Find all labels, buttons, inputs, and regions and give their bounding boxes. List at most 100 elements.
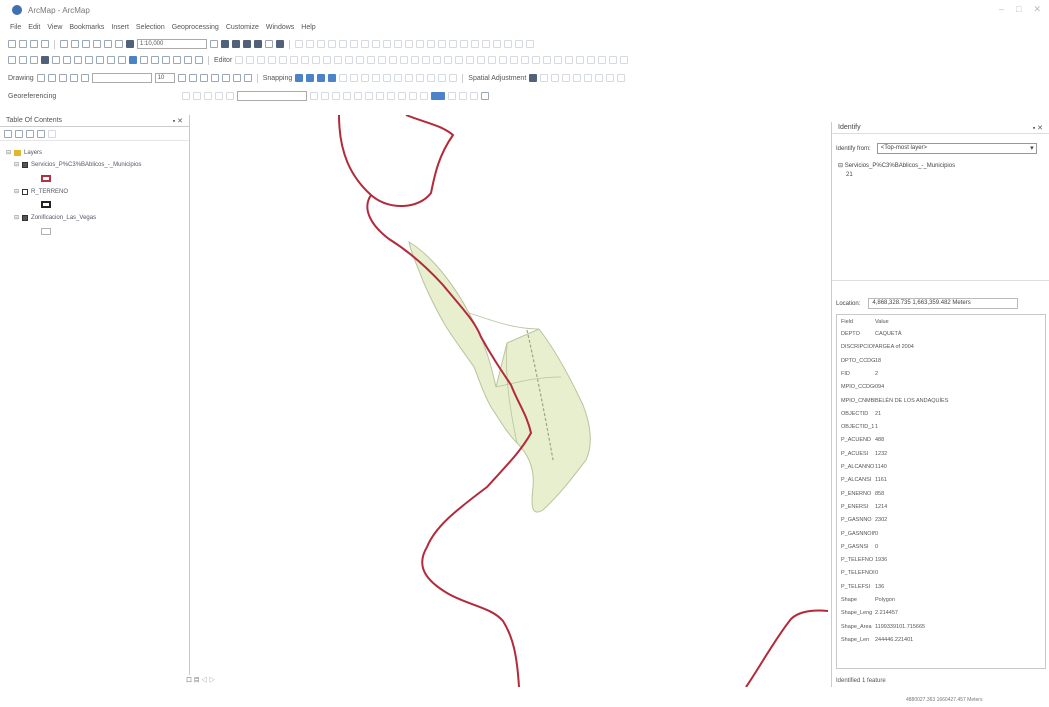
copy-icon[interactable] (71, 40, 79, 48)
attribute-row[interactable]: DPTO_CCDGO18 (841, 358, 881, 364)
menu-view[interactable]: View (47, 24, 62, 31)
layer-combo[interactable] (237, 91, 308, 101)
collapse-icon[interactable]: ⊟ (838, 163, 845, 169)
measure-icon[interactable] (151, 56, 159, 64)
fixed-zoom-in-icon[interactable] (52, 56, 60, 64)
editor-menu[interactable]: Editor (214, 57, 232, 64)
zonificacion-polygon[interactable] (408, 241, 591, 513)
text-icon[interactable] (69, 74, 78, 82)
font-name-combo[interactable] (91, 73, 152, 83)
identify-from-combo[interactable]: <Top-most layer> ▾ (876, 143, 1037, 154)
zoom-in-icon[interactable] (8, 56, 16, 64)
edge-snapping-icon[interactable] (328, 74, 337, 82)
collapse-icon[interactable]: ⊟ (14, 161, 19, 168)
attribute-row[interactable]: FID 2 (841, 371, 878, 377)
toc-layer-row[interactable]: ⊟ R_TERRENO (14, 188, 68, 195)
attribute-row[interactable]: P_GASNSI 0 (841, 544, 878, 550)
select-elements-icon[interactable] (118, 56, 126, 64)
close-icon[interactable]: ✕ (1033, 4, 1041, 15)
hyperlink-icon[interactable] (162, 56, 170, 64)
identify-tree-feature[interactable]: 21 (846, 172, 853, 178)
fixed-zoom-out-icon[interactable] (63, 56, 71, 64)
back-extent-icon[interactable] (74, 56, 82, 64)
collapse-icon[interactable]: ⊟ (14, 188, 19, 195)
pin-close-icon[interactable]: ▪ ✕ (1033, 124, 1043, 132)
point-snapping-icon[interactable] (295, 74, 304, 82)
attribute-row[interactable]: P_GASNNOIN 0 (841, 531, 878, 537)
zoom-out-icon[interactable] (19, 56, 27, 64)
attribute-row[interactable]: Shape_Len 244446.221401 (841, 637, 913, 643)
menu-customize[interactable]: Customize (226, 24, 259, 31)
georeferencing-menu[interactable]: Georeferencing (8, 93, 56, 100)
attribute-row[interactable]: P_ALCANNO 1140 (841, 464, 887, 470)
spatial-adjustment-menu[interactable]: Spatial Adjustment (468, 75, 526, 82)
new-document-icon[interactable] (8, 40, 16, 48)
list-by-source-icon[interactable] (15, 129, 23, 138)
attribute-row[interactable]: P_ENERSI 1214 (841, 504, 887, 510)
attribute-row[interactable]: Shape_Leng 2.214457 (841, 610, 898, 616)
attribute-row[interactable]: DISCRIPCION ARGEA of 2004 (841, 344, 914, 350)
layer-visibility-checkbox[interactable] (22, 214, 29, 221)
snapping-menu[interactable]: Snapping (263, 75, 293, 82)
identify-icon[interactable] (129, 56, 137, 64)
attribute-row[interactable]: P_TELEFNOIN 0 (841, 570, 878, 576)
redo-icon[interactable] (115, 40, 123, 48)
search-window-icon[interactable] (243, 40, 251, 48)
attribute-row[interactable]: DEPTO CAQUETÁ (841, 331, 902, 337)
attribute-row[interactable]: P_ACUEND 488 (841, 437, 884, 443)
menu-windows[interactable]: Windows (266, 24, 294, 31)
marker-color-icon[interactable] (243, 74, 252, 82)
attribute-row[interactable]: OBJECTID 21 (841, 411, 881, 417)
italic-icon[interactable] (188, 74, 197, 82)
font-size-combo[interactable]: 10 (154, 73, 175, 83)
identify-tree-layer[interactable]: ⊟ Servicios_P%C3%BAblicos_-_Municipios (838, 162, 955, 169)
list-by-selection-icon[interactable] (37, 129, 45, 138)
menu-help[interactable]: Help (301, 24, 315, 31)
menu-insert[interactable]: Insert (111, 24, 129, 31)
full-extent-icon[interactable] (41, 56, 49, 64)
layer-visibility-checkbox[interactable] (22, 161, 29, 168)
light-outline-symbol-icon[interactable] (41, 228, 51, 235)
select-features-icon[interactable] (96, 56, 104, 64)
attribute-row[interactable]: P_GASNNO 2302 (841, 517, 887, 523)
model-builder-icon[interactable] (276, 40, 284, 48)
toc-window-icon[interactable] (221, 40, 229, 48)
menu-edit[interactable]: Edit (28, 24, 40, 31)
attribute-row[interactable]: MPIO_CNMBR BELÉN DE LOS ANDAQUÍES (841, 398, 948, 404)
font-icon[interactable] (80, 74, 89, 82)
rotate-icon[interactable] (47, 74, 56, 82)
attribute-row[interactable]: OBJECTID_1 1 (841, 424, 878, 430)
line-color-icon[interactable] (232, 74, 241, 82)
cut-icon[interactable] (60, 40, 68, 48)
save-icon[interactable] (30, 40, 38, 48)
attribute-row[interactable]: Shape Polygon (841, 597, 895, 603)
collapse-icon[interactable]: ⊟ (6, 149, 11, 156)
vertex-snapping-icon[interactable] (317, 74, 326, 82)
attribute-row[interactable]: P_ALCANSI 1161 (841, 477, 887, 483)
find-icon[interactable] (140, 56, 148, 64)
add-data-icon[interactable] (126, 40, 134, 48)
open-icon[interactable] (19, 40, 27, 48)
maximize-icon[interactable]: □ (1016, 4, 1021, 15)
menu-geoprocessing[interactable]: Geoprocessing (172, 24, 219, 31)
catalog-window-icon[interactable] (232, 40, 240, 48)
arctoolbox-icon[interactable] (254, 40, 262, 48)
attribute-row[interactable]: P_ACUESI 1232 (841, 451, 887, 457)
html-popup-icon[interactable] (173, 56, 181, 64)
chevron-down-icon[interactable]: ▾ (1030, 144, 1034, 153)
attribute-row[interactable]: Shape_Area 1199339101.715665 (841, 624, 925, 630)
attribute-row[interactable]: P_TELEFSI 136 (841, 584, 884, 590)
minimize-icon[interactable]: – (999, 4, 1004, 15)
attribute-row[interactable]: P_TELEFNO 1936 (841, 557, 887, 563)
red-outline-symbol-icon[interactable] (41, 175, 51, 182)
time-slider-icon[interactable] (184, 56, 192, 64)
spatial-adjustment-select-icon[interactable] (529, 74, 538, 82)
fill-color-icon[interactable] (221, 74, 230, 82)
clear-selection-icon[interactable] (107, 56, 115, 64)
layer-visibility-checkbox[interactable] (22, 188, 29, 195)
paste-icon[interactable] (82, 40, 90, 48)
underline-icon[interactable] (199, 74, 208, 82)
forward-extent-icon[interactable] (85, 56, 93, 64)
pan-icon[interactable] (30, 56, 38, 64)
drawing-menu[interactable]: Drawing (8, 75, 34, 82)
